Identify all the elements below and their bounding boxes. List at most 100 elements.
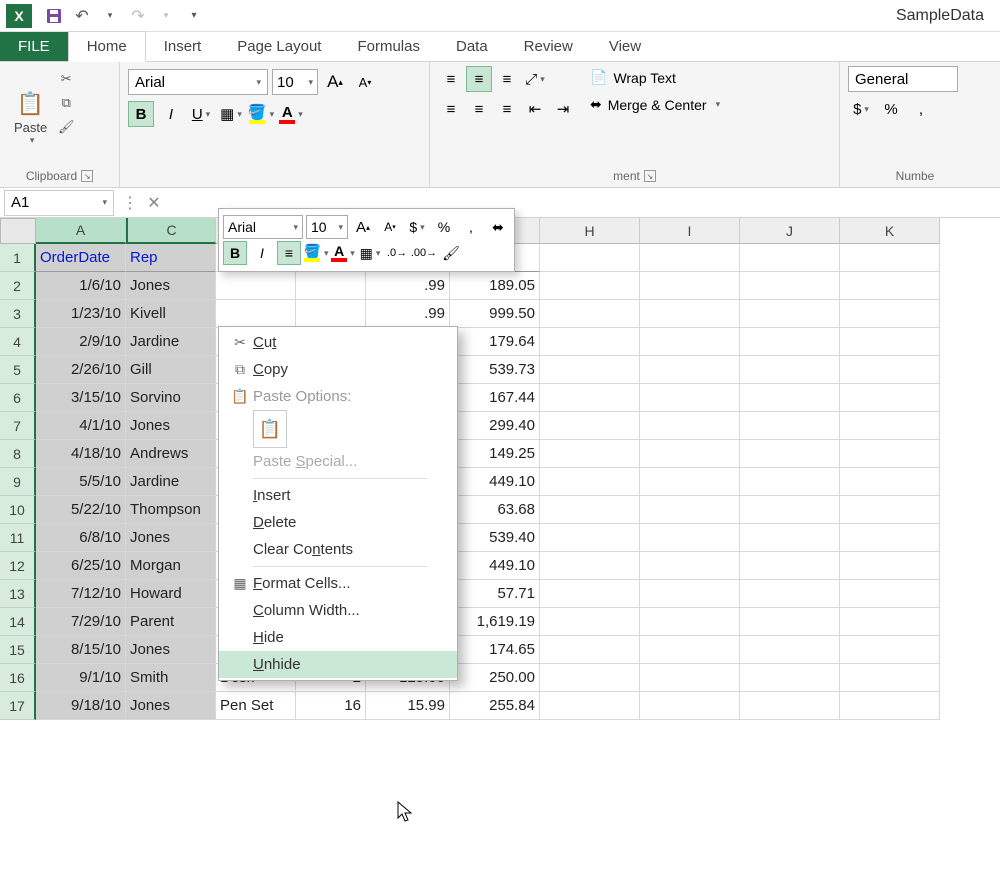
- mini-font-size[interactable]: 10▾: [306, 215, 348, 239]
- row-header[interactable]: 10: [0, 496, 36, 524]
- cell[interactable]: 7/29/10: [36, 608, 126, 636]
- cell[interactable]: [840, 636, 940, 664]
- cell[interactable]: 6/25/10: [36, 552, 126, 580]
- wrap-text-button[interactable]: 📄Wrap Text: [584, 66, 726, 89]
- mini-bold[interactable]: B: [223, 241, 247, 265]
- cell[interactable]: [740, 468, 840, 496]
- paste-button[interactable]: 📋 Paste ▾: [8, 66, 53, 167]
- cell[interactable]: [840, 496, 940, 524]
- cell[interactable]: Sorvino: [126, 384, 216, 412]
- tab-insert[interactable]: Insert: [146, 32, 220, 61]
- cell[interactable]: [640, 496, 740, 524]
- cell[interactable]: [540, 524, 640, 552]
- cell[interactable]: [840, 384, 940, 412]
- cell[interactable]: [540, 412, 640, 440]
- cell[interactable]: Jones: [126, 412, 216, 440]
- cell[interactable]: [540, 272, 640, 300]
- qat-customize[interactable]: ▾: [182, 4, 206, 28]
- select-all-corner[interactable]: [0, 218, 36, 244]
- row-header[interactable]: 7: [0, 412, 36, 440]
- cell[interactable]: Gill: [126, 356, 216, 384]
- cell[interactable]: [840, 524, 940, 552]
- cell[interactable]: 250.00: [450, 664, 540, 692]
- cell[interactable]: 16: [296, 692, 366, 720]
- row-header[interactable]: 15: [0, 636, 36, 664]
- mini-inc-decimal[interactable]: .0→: [385, 241, 409, 265]
- cell[interactable]: [540, 244, 640, 272]
- cell[interactable]: 57.71: [450, 580, 540, 608]
- mini-grow-font[interactable]: A▴: [351, 215, 375, 239]
- font-size-select[interactable]: 10▾: [272, 69, 318, 95]
- cell[interactable]: 3/15/10: [36, 384, 126, 412]
- cell[interactable]: [740, 300, 840, 328]
- cell[interactable]: Smith: [126, 664, 216, 692]
- cell[interactable]: Rep: [126, 244, 216, 272]
- cell[interactable]: Howard: [126, 580, 216, 608]
- cell[interactable]: [640, 412, 740, 440]
- cell[interactable]: [740, 272, 840, 300]
- cell[interactable]: 299.40: [450, 412, 540, 440]
- tab-file[interactable]: FILE: [0, 32, 68, 61]
- font-color-button[interactable]: A▾: [278, 101, 304, 127]
- cell[interactable]: [740, 356, 840, 384]
- cell[interactable]: Jones: [126, 636, 216, 664]
- cell[interactable]: [740, 440, 840, 468]
- cell[interactable]: [640, 272, 740, 300]
- row-header[interactable]: 4: [0, 328, 36, 356]
- cell[interactable]: Thompson: [126, 496, 216, 524]
- cell[interactable]: Jones: [126, 692, 216, 720]
- cell[interactable]: Andrews: [126, 440, 216, 468]
- mini-currency[interactable]: $▾: [405, 215, 429, 239]
- cell[interactable]: 4/18/10: [36, 440, 126, 468]
- grow-font-button[interactable]: A▴: [322, 69, 348, 95]
- cell[interactable]: Morgan: [126, 552, 216, 580]
- cell[interactable]: 167.44: [450, 384, 540, 412]
- row-header[interactable]: 1: [0, 244, 36, 272]
- cell[interactable]: [640, 468, 740, 496]
- cell[interactable]: [540, 328, 640, 356]
- cell[interactable]: [840, 552, 940, 580]
- tab-data[interactable]: Data: [438, 32, 506, 61]
- cell[interactable]: [740, 664, 840, 692]
- mini-format-painter[interactable]: 🖌: [439, 241, 463, 265]
- col-header-k[interactable]: K: [840, 218, 940, 244]
- cell[interactable]: 5/5/10: [36, 468, 126, 496]
- alignment-launcher[interactable]: ↘: [644, 170, 656, 182]
- row-header[interactable]: 11: [0, 524, 36, 552]
- cell[interactable]: Jones: [126, 524, 216, 552]
- cell[interactable]: .99: [366, 272, 450, 300]
- cell[interactable]: [540, 692, 640, 720]
- row-header[interactable]: 2: [0, 272, 36, 300]
- cell[interactable]: [540, 384, 640, 412]
- italic-button[interactable]: I: [158, 101, 184, 127]
- tab-review[interactable]: Review: [506, 32, 591, 61]
- row-header[interactable]: 6: [0, 384, 36, 412]
- cell[interactable]: [840, 300, 940, 328]
- row-header[interactable]: 14: [0, 608, 36, 636]
- increase-indent-button[interactable]: ⇥: [550, 96, 576, 122]
- cell[interactable]: [540, 440, 640, 468]
- cell[interactable]: 539.73: [450, 356, 540, 384]
- cell[interactable]: [740, 244, 840, 272]
- cell[interactable]: [640, 664, 740, 692]
- cell[interactable]: [640, 356, 740, 384]
- align-left-button[interactable]: ≡: [438, 96, 464, 122]
- cell[interactable]: [540, 552, 640, 580]
- ctx-unhide[interactable]: Unhide: [219, 651, 457, 678]
- ctx-format-cells[interactable]: ▦Format Cells...: [219, 570, 457, 597]
- tab-formulas[interactable]: Formulas: [339, 32, 438, 61]
- borders-button[interactable]: ▦▾: [218, 101, 244, 127]
- comma-button[interactable]: ,: [908, 96, 934, 122]
- cell[interactable]: [540, 300, 640, 328]
- cell[interactable]: 1/23/10: [36, 300, 126, 328]
- cell[interactable]: [740, 552, 840, 580]
- cell[interactable]: [740, 692, 840, 720]
- cell[interactable]: 174.65: [450, 636, 540, 664]
- row-header[interactable]: 9: [0, 468, 36, 496]
- cell[interactable]: Kivell: [126, 300, 216, 328]
- redo-button[interactable]: ↷: [126, 4, 150, 28]
- cell[interactable]: [840, 356, 940, 384]
- cell[interactable]: [740, 412, 840, 440]
- orientation-button[interactable]: ⤢▾: [522, 66, 548, 92]
- cell[interactable]: 9/18/10: [36, 692, 126, 720]
